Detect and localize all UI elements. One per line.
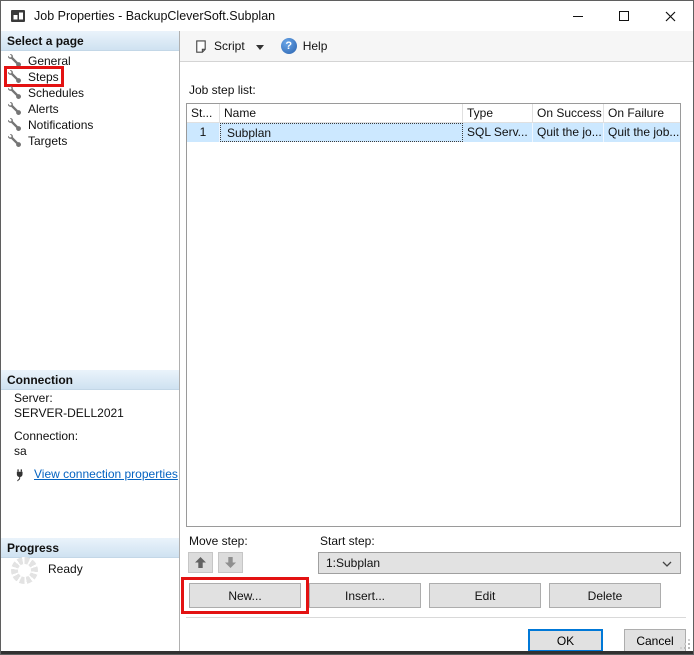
window-title: Job Properties - BackupCleverSoft.Subpla… <box>34 9 555 23</box>
cell-on-success: Quit the jo... <box>533 123 604 142</box>
view-connection-properties-link[interactable]: View connection properties <box>34 467 178 482</box>
table-header-row: St... Name Type On Success On Failure <box>187 104 680 123</box>
select-a-page-header: Select a page <box>1 31 179 51</box>
new-button[interactable]: New... <box>189 583 301 608</box>
script-label: Script <box>214 39 245 53</box>
sidebar-item-label: General <box>28 54 71 68</box>
cell-on-failure: Quit the job... <box>604 123 680 142</box>
chevron-down-icon <box>662 561 672 567</box>
connection-label: Connection: <box>14 429 178 444</box>
chevron-down-icon <box>256 45 264 50</box>
maximize-icon <box>619 11 629 21</box>
sidebar-item-label: Alerts <box>28 102 59 116</box>
job-step-list-label: Job step list: <box>189 83 256 97</box>
progress-header: Progress <box>1 538 179 558</box>
select-a-page-panel: Select a page General Steps Schedules Al… <box>1 31 180 654</box>
sidebar-item-notifications[interactable]: Notifications <box>1 116 179 133</box>
ok-button[interactable]: OK <box>528 629 603 652</box>
steps-page-content: Script ? Help Job step list: St... Name <box>180 31 693 654</box>
cell-step-id: 1 <box>187 123 220 142</box>
server-label: Server: <box>14 391 178 406</box>
properties-window-icon <box>10 8 26 24</box>
wrench-icon <box>8 134 21 147</box>
sidebar-item-label: Notifications <box>28 118 93 132</box>
arrow-up-icon <box>195 557 206 568</box>
table-row[interactable]: 1 Subplan SQL Serv... Quit the jo... Qui… <box>187 123 680 142</box>
column-header-step-id[interactable]: St... <box>187 104 220 122</box>
connection-value: sa <box>14 444 178 459</box>
plug-icon <box>14 468 27 482</box>
column-header-type[interactable]: Type <box>463 104 533 122</box>
script-button[interactable]: Script <box>188 36 250 57</box>
window-controls <box>555 1 693 31</box>
resize-grip[interactable] <box>678 637 691 650</box>
job-step-list-table: St... Name Type On Success On Failure 1 … <box>186 103 681 527</box>
move-step-down-button[interactable] <box>218 552 243 573</box>
insert-button[interactable]: Insert... <box>309 583 421 608</box>
help-button[interactable]: ? Help <box>276 35 333 57</box>
start-step-value: 1:Subplan <box>326 556 380 570</box>
connection-info: Server: SERVER-DELL2021 Connection: sa V… <box>14 391 178 482</box>
wrench-icon <box>8 86 21 99</box>
wrench-icon <box>8 118 21 131</box>
close-icon <box>665 11 676 22</box>
sidebar-item-label: Schedules <box>28 86 84 100</box>
minimize-button[interactable] <box>555 1 601 31</box>
wrench-icon <box>8 102 21 115</box>
job-properties-dialog: Job Properties - BackupCleverSoft.Subpla… <box>0 0 694 655</box>
server-value: SERVER-DELL2021 <box>14 406 178 421</box>
sidebar-item-label: Targets <box>28 134 67 148</box>
progress-spinner-icon <box>11 557 38 584</box>
script-dropdown-button[interactable] <box>250 36 270 56</box>
arrow-down-icon <box>225 557 236 568</box>
progress-status: Ready <box>48 562 83 576</box>
titlebar[interactable]: Job Properties - BackupCleverSoft.Subpla… <box>1 1 693 31</box>
start-step-select[interactable]: 1:Subplan <box>318 552 681 574</box>
cell-type: SQL Serv... <box>463 123 533 142</box>
sidebar-item-general[interactable]: General <box>1 52 179 69</box>
sidebar-item-label: Steps <box>28 70 59 84</box>
maximize-button[interactable] <box>601 1 647 31</box>
edit-button[interactable]: Edit <box>429 583 541 608</box>
move-step-up-button[interactable] <box>188 552 213 573</box>
cell-name: Subplan <box>220 123 463 142</box>
move-step-label: Move step: <box>189 534 248 548</box>
column-header-name[interactable]: Name <box>220 104 463 122</box>
window-bottom-edge <box>1 651 693 654</box>
dialog-footer: OK Cancel <box>186 617 686 651</box>
column-header-on-failure[interactable]: On Failure <box>604 104 680 122</box>
minimize-icon <box>573 16 583 17</box>
connection-header: Connection <box>1 370 179 390</box>
column-header-on-success[interactable]: On Success <box>533 104 604 122</box>
help-label: Help <box>303 39 328 53</box>
script-icon <box>193 39 208 54</box>
sidebar-item-alerts[interactable]: Alerts <box>1 100 179 117</box>
delete-button[interactable]: Delete <box>549 583 661 608</box>
sidebar-item-steps[interactable]: Steps <box>1 68 179 85</box>
dialog-toolbar: Script ? Help <box>180 31 693 62</box>
wrench-icon <box>8 70 21 83</box>
cancel-button[interactable]: Cancel <box>624 629 686 652</box>
close-button[interactable] <box>647 1 693 31</box>
help-icon: ? <box>281 38 297 54</box>
start-step-label: Start step: <box>320 534 375 548</box>
sidebar-item-schedules[interactable]: Schedules <box>1 84 179 101</box>
wrench-icon <box>8 54 21 67</box>
sidebar-item-targets[interactable]: Targets <box>1 132 179 149</box>
